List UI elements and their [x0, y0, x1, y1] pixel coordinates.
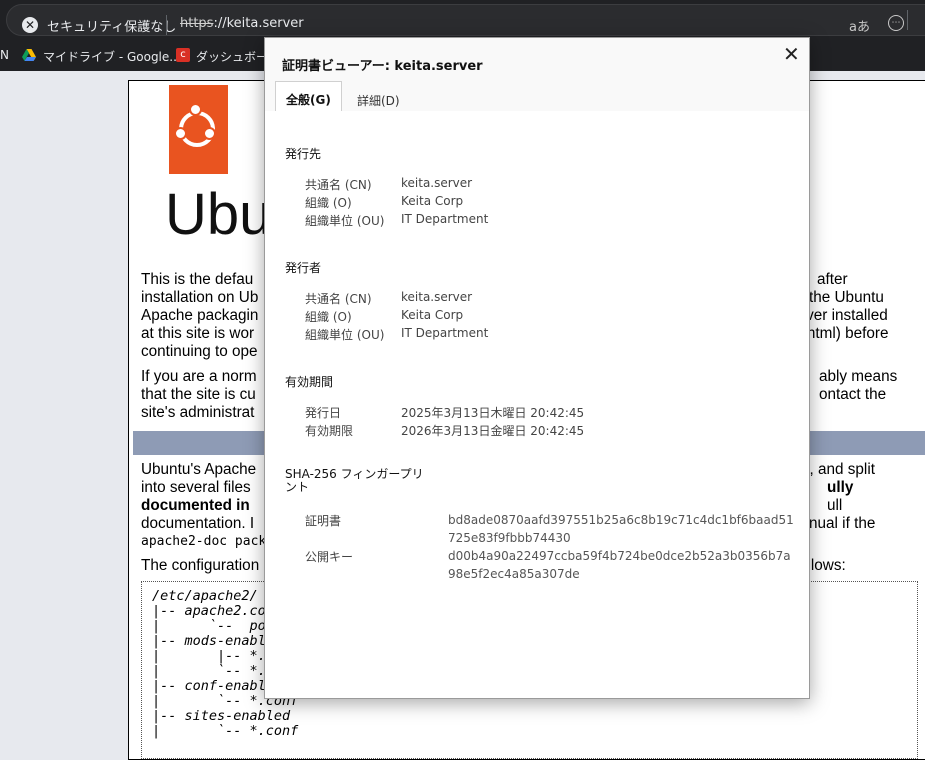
- field-value: keita.server: [401, 176, 473, 190]
- field-value: 2025年3月13日木曜日 20:42:45: [401, 406, 585, 420]
- field-value: 2026年3月13日金曜日 20:42:45: [401, 424, 585, 438]
- field-value: Keita Corp: [401, 194, 464, 208]
- fingerprint-heading: SHA-256 フィンガープリ ント: [285, 467, 424, 494]
- public-key-fingerprint-value: d00b4a90a22497ccba59f4b724be0dce2b52a3b0…: [448, 549, 791, 581]
- validity-heading: 有効期間: [285, 375, 334, 389]
- field-label: 証明書: [305, 514, 342, 528]
- field-label: 公開キー: [305, 550, 354, 564]
- field-label: 共通名 (CN): [305, 292, 372, 306]
- config-paragraph-right: n, and split ully ull nual if the: [801, 461, 876, 532]
- not-secure-icon[interactable]: ✕: [22, 17, 38, 33]
- field-label: 組織単位 (OU): [305, 328, 385, 342]
- config-paragraph: Ubuntu's Apache into several files docum…: [141, 461, 275, 549]
- certificate-viewer-dialog: 証明書ビューアー: keita.server ✕ 全般(G) 詳細(D) 発行先…: [264, 37, 810, 699]
- google-drive-icon: [22, 49, 36, 61]
- field-label: 組織 (O): [305, 196, 352, 210]
- read-aloud-icon[interactable]: aあ: [849, 16, 870, 35]
- field-label: 有効期限: [305, 424, 354, 438]
- more-icon[interactable]: ⋯: [888, 15, 904, 31]
- omnibox-divider: [166, 15, 167, 35]
- url-host: ://keita.server: [213, 16, 304, 31]
- url-text[interactable]: https://keita.server: [180, 16, 304, 31]
- field-label: 組織 (O): [305, 310, 352, 324]
- omnibox[interactable]: ✕ セキュリティ保護なし https://keita.server aあ ⋯: [6, 4, 925, 36]
- field-value: IT Department: [401, 212, 489, 226]
- close-icon[interactable]: ✕: [783, 42, 800, 66]
- field-value: IT Department: [401, 326, 489, 340]
- field-label: 発行日: [305, 406, 342, 420]
- address-bar: ✕ セキュリティ保護なし https://keita.server aあ ⋯: [0, 0, 925, 40]
- notice-paragraph: If you are a norm that the site is cu si…: [141, 368, 257, 421]
- bookmark-item[interactable]: N: [0, 48, 9, 62]
- general-tab-panel: 発行先 共通名 (CN) keita.server 組織 (O) Keita C…: [265, 111, 809, 698]
- intro-paragraph-right: after the Ubuntu rver installed x.html) …: [795, 271, 889, 342]
- notice-paragraph-right: ably means ontact the: [819, 368, 898, 403]
- bookmark-item-google-drive[interactable]: マイドライブ - Google...: [43, 48, 181, 65]
- dialog-title: 証明書ビューアー: keita.server: [282, 59, 483, 74]
- tab-general[interactable]: 全般(G): [275, 81, 342, 115]
- security-status-label[interactable]: セキュリティ保護なし: [47, 16, 176, 35]
- layout-paragraph: The configuration: [141, 557, 260, 574]
- intro-paragraph: This is the defau installation on Ub Apa…: [141, 271, 259, 360]
- certificate-fingerprint-value: bd8ade0870aafd397551b25a6c8b19c71c4dc1bf…: [448, 513, 794, 545]
- field-label: 共通名 (CN): [305, 178, 372, 192]
- field-label: 組織単位 (OU): [305, 214, 385, 228]
- toolbar-divider: [907, 10, 908, 30]
- ubuntu-logo-icon: [169, 85, 228, 174]
- issued-by-heading: 発行者: [285, 261, 322, 275]
- dashboard-favicon-icon: c: [176, 48, 190, 62]
- issued-to-heading: 発行先: [285, 147, 322, 161]
- field-value: Keita Corp: [401, 308, 464, 322]
- tab-bar: 全般(G) 詳細(D): [275, 81, 809, 115]
- url-scheme: https: [180, 16, 214, 31]
- field-value: keita.server: [401, 290, 473, 304]
